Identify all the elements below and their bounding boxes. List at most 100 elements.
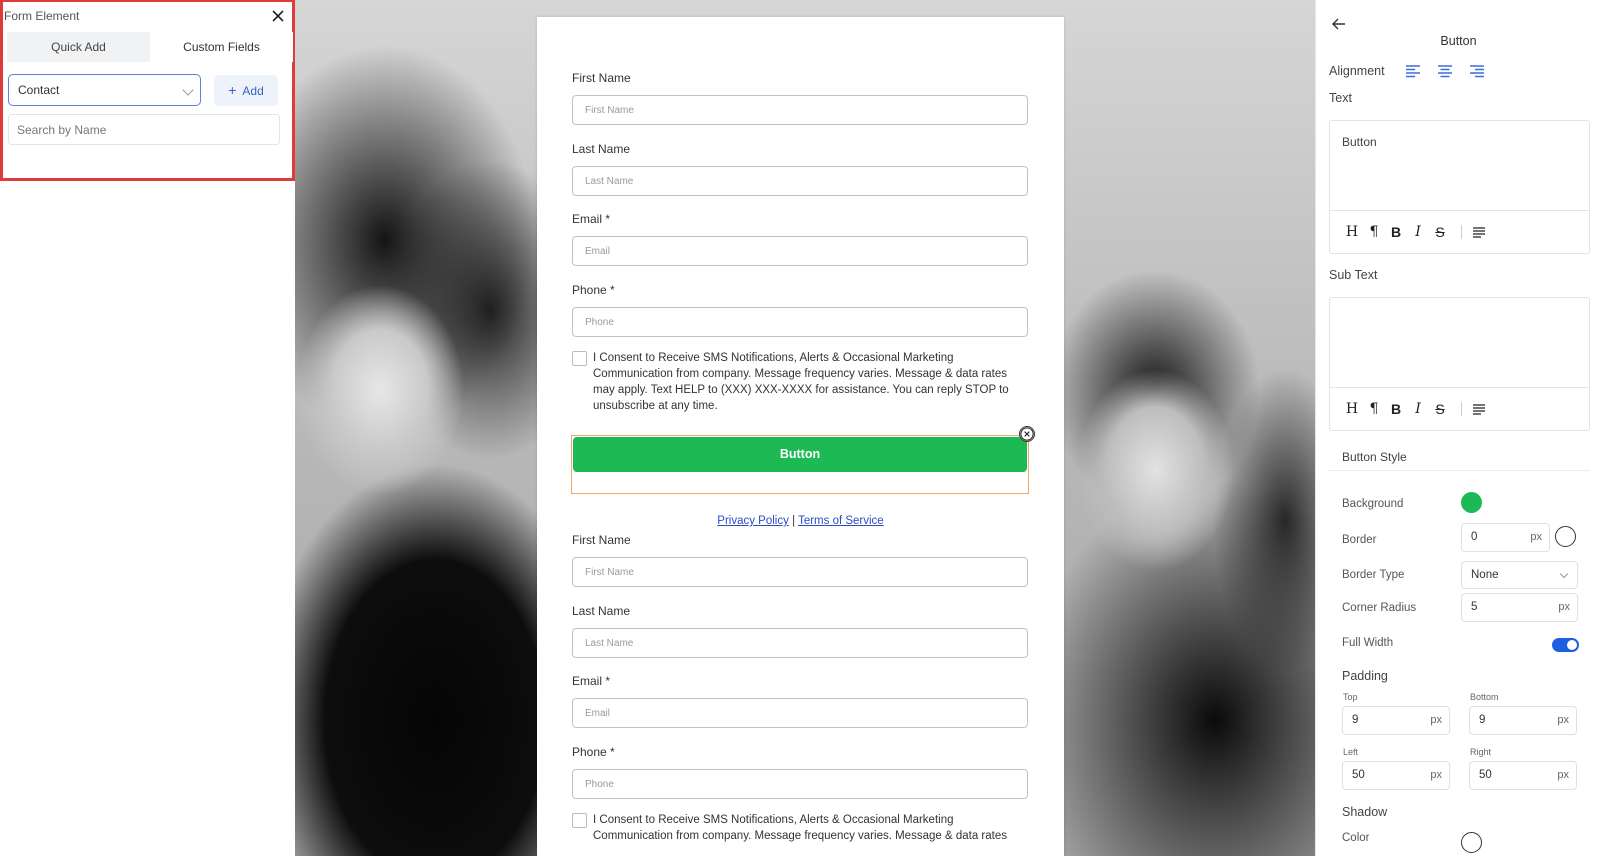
last-name-input[interactable] xyxy=(572,628,1028,658)
field-phone: Phone * xyxy=(572,744,1028,799)
add-label: Add xyxy=(242,84,264,98)
border-type-select[interactable]: None xyxy=(1461,561,1578,589)
tab-custom-fields[interactable]: Custom Fields xyxy=(150,32,293,62)
padding-left-label: Left xyxy=(1343,747,1359,757)
toolbar-divider xyxy=(1461,225,1462,239)
full-width-toggle[interactable] xyxy=(1552,638,1579,652)
heading-button[interactable]: H xyxy=(1343,224,1361,240)
border-color-swatch[interactable] xyxy=(1555,526,1576,547)
panel-tabs: Quick Add Custom Fields xyxy=(7,32,293,62)
border-type-value: None xyxy=(1471,569,1499,581)
email-input[interactable] xyxy=(572,236,1028,266)
object-type-select[interactable]: Contact xyxy=(8,74,201,106)
link-separator: | xyxy=(792,515,796,527)
legal-links: Privacy Policy | Terms of Service xyxy=(537,515,1064,527)
unit-label: px xyxy=(1430,769,1442,781)
padding-right-input[interactable]: 50 px xyxy=(1469,761,1577,790)
bold-button[interactable]: B xyxy=(1387,401,1405,417)
full-width-label: Full Width xyxy=(1342,637,1394,649)
align-center-icon[interactable] xyxy=(1437,64,1453,78)
consent-checkbox[interactable] xyxy=(572,813,587,828)
search-input[interactable] xyxy=(8,114,280,145)
strikethrough-button[interactable]: S xyxy=(1431,401,1449,417)
padding-bottom-label: Bottom xyxy=(1470,692,1499,702)
form-card: First Name Last Name Email * Phone * I C… xyxy=(537,17,1064,856)
subtext-label: Sub Text xyxy=(1329,268,1378,282)
add-button[interactable]: + Add xyxy=(214,75,278,106)
field-label: Email * xyxy=(572,674,611,688)
phone-input[interactable] xyxy=(572,307,1028,337)
border-width-value: 0 xyxy=(1471,531,1478,543)
toggle-knob xyxy=(1567,640,1577,650)
shadow-color-swatch[interactable] xyxy=(1461,832,1482,853)
button-style-heading: Button Style xyxy=(1342,450,1407,464)
email-input[interactable] xyxy=(572,698,1028,728)
phone-input[interactable] xyxy=(572,769,1028,799)
subtext-editor: H ¶ B I S xyxy=(1329,297,1590,431)
unit-label: px xyxy=(1558,601,1570,613)
align-left-icon[interactable] xyxy=(1405,64,1421,78)
terms-of-service-link[interactable]: Terms of Service xyxy=(798,515,884,527)
field-last-name: Last Name xyxy=(572,603,1028,658)
plus-icon: + xyxy=(228,82,237,98)
field-label: Phone * xyxy=(572,745,615,759)
sms-consent: I Consent to Receive SMS Notifications, … xyxy=(572,812,1028,844)
text-editor: Button H ¶ B I S xyxy=(1329,120,1590,254)
field-first-name: First Name xyxy=(572,70,1028,125)
padding-bottom-input[interactable]: 9 px xyxy=(1469,706,1577,735)
last-name-input[interactable] xyxy=(572,166,1028,196)
padding-top-input[interactable]: 9 px xyxy=(1342,706,1450,735)
corner-radius-input[interactable]: 5 px xyxy=(1461,593,1578,622)
text-editor-content[interactable]: Button xyxy=(1330,121,1589,211)
object-type-value: Contact xyxy=(18,83,60,97)
button-settings-panel: Button Alignment Text Button H ¶ B I S S… xyxy=(1315,0,1600,856)
close-icon[interactable] xyxy=(269,7,287,25)
chevron-down-icon xyxy=(182,84,194,96)
divider xyxy=(1329,470,1590,471)
padding-top-value: 9 xyxy=(1352,714,1359,726)
italic-button[interactable]: I xyxy=(1409,224,1427,240)
align-left-icon[interactable] xyxy=(1472,226,1486,238)
strikethrough-button[interactable]: S xyxy=(1431,224,1449,240)
field-label: Phone * xyxy=(572,283,615,297)
corner-radius-value: 5 xyxy=(1471,601,1478,613)
shadow-color-label: Color xyxy=(1342,832,1370,843)
panel-title: Form Element xyxy=(4,9,80,23)
field-first-name: First Name xyxy=(572,532,1028,587)
chevron-down-icon xyxy=(1559,569,1569,579)
remove-element-icon[interactable] xyxy=(1019,426,1035,442)
background-color-swatch[interactable] xyxy=(1461,492,1482,513)
padding-left-value: 50 xyxy=(1352,769,1365,781)
padding-top-label: Top xyxy=(1343,692,1358,702)
subtext-editor-content[interactable] xyxy=(1330,298,1589,388)
italic-button[interactable]: I xyxy=(1409,401,1427,417)
consent-text: I Consent to Receive SMS Notifications, … xyxy=(593,352,1009,412)
first-name-input[interactable] xyxy=(572,95,1028,125)
padding-label: Padding xyxy=(1342,669,1388,683)
toolbar-divider xyxy=(1461,402,1462,416)
heading-button[interactable]: H xyxy=(1343,401,1361,417)
alignment-label: Alignment xyxy=(1329,64,1385,78)
field-label: Last Name xyxy=(572,604,631,618)
align-left-icon[interactable] xyxy=(1472,403,1486,415)
paragraph-button[interactable]: ¶ xyxy=(1365,224,1383,240)
field-phone: Phone * xyxy=(572,282,1028,337)
align-right-icon[interactable] xyxy=(1469,64,1485,78)
form-element-panel: Form Element Quick Add Custom Fields Con… xyxy=(0,0,295,181)
tab-quick-add[interactable]: Quick Add xyxy=(7,32,150,62)
field-label: Last Name xyxy=(572,142,631,156)
first-name-input[interactable] xyxy=(572,557,1028,587)
border-width-input[interactable]: 0 px xyxy=(1461,523,1550,552)
consent-checkbox[interactable] xyxy=(572,351,587,366)
paragraph-button[interactable]: ¶ xyxy=(1365,401,1383,417)
padding-left-input[interactable]: 50 px xyxy=(1342,761,1450,790)
background-label: Background xyxy=(1342,498,1404,510)
unit-label: px xyxy=(1530,531,1542,543)
bold-button[interactable]: B xyxy=(1387,224,1405,240)
submit-button[interactable]: Button xyxy=(573,437,1027,472)
left-panel: Form Element Quick Add Custom Fields Con… xyxy=(0,0,295,856)
field-label: First Name xyxy=(572,533,631,547)
privacy-policy-link[interactable]: Privacy Policy xyxy=(717,515,789,527)
field-last-name: Last Name xyxy=(572,141,1028,196)
back-arrow-icon[interactable] xyxy=(1331,17,1347,31)
